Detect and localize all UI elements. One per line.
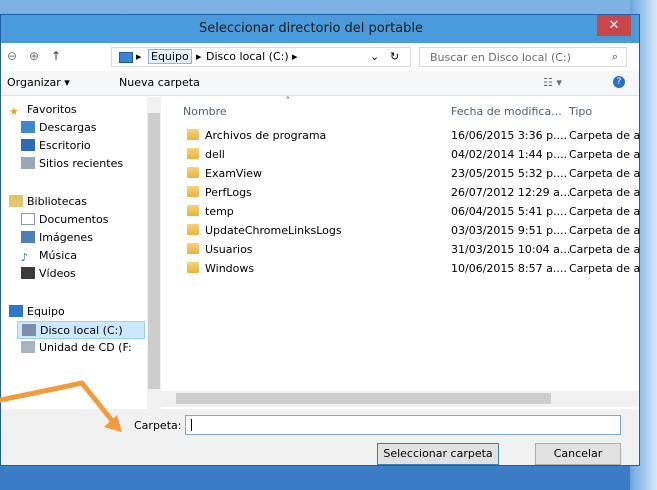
annotation-arrow (0, 380, 122, 432)
